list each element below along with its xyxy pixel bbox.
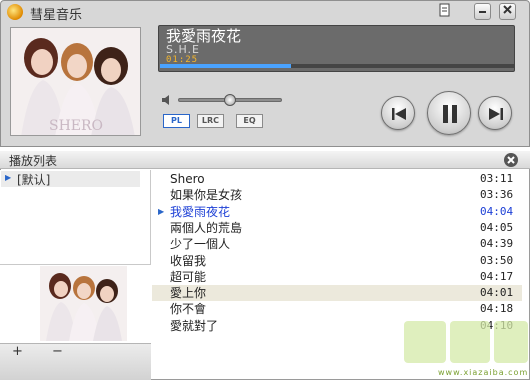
minimize-button[interactable] bbox=[474, 3, 491, 20]
playlist-toggle-button[interactable] bbox=[436, 3, 453, 20]
mode-button-lrc[interactable]: LRC bbox=[197, 114, 224, 128]
speaker-icon[interactable] bbox=[162, 95, 174, 105]
track-duration: 04:04 bbox=[480, 204, 514, 218]
track-title: 收留我 bbox=[170, 253, 207, 268]
track-duration: 03:36 bbox=[480, 188, 514, 202]
pause-icon bbox=[443, 105, 457, 123]
track-row[interactable]: Shero 03:11 bbox=[152, 171, 522, 187]
track-title: 如果你是女孩 bbox=[170, 188, 243, 203]
next-icon bbox=[489, 108, 503, 120]
track-title: Shero bbox=[170, 172, 205, 186]
track-duration: 04:01 bbox=[480, 286, 514, 300]
watermark-text: www.xiazaiba.com bbox=[438, 368, 529, 377]
track-title: 少了一個人 bbox=[170, 237, 231, 252]
close-icon bbox=[503, 5, 512, 14]
track-row[interactable]: 收留我 03:50 bbox=[152, 253, 522, 269]
seek-bar[interactable] bbox=[160, 64, 514, 68]
track-title: 你不會 bbox=[170, 302, 207, 317]
track-row[interactable]: ▶ 我愛雨夜花 04:04 bbox=[152, 204, 522, 220]
document-icon bbox=[439, 3, 450, 17]
close-icon bbox=[507, 156, 515, 164]
thumbnail-photo bbox=[40, 266, 127, 341]
expand-arrow-icon: ▶ bbox=[5, 173, 12, 182]
close-button[interactable] bbox=[499, 3, 516, 20]
playlist-close-button[interactable] bbox=[504, 153, 518, 167]
playlist-header[interactable] bbox=[0, 151, 530, 169]
track-duration: 04:17 bbox=[480, 269, 514, 283]
track-duration: 03:50 bbox=[480, 253, 514, 267]
svg-text:SHERO: SHERO bbox=[49, 118, 103, 134]
track-row[interactable]: 兩個人的荒島 04:05 bbox=[152, 220, 522, 236]
seek-bar-fill bbox=[160, 64, 291, 68]
comet-logo-icon bbox=[7, 4, 23, 20]
track-row[interactable]: 如果你是女孩 03:36 bbox=[152, 187, 522, 203]
track-row[interactable]: 愛上你 04:01 bbox=[152, 285, 522, 302]
now-playing-icon: ▶ bbox=[158, 206, 165, 216]
playlist-title: 播放列表 bbox=[9, 154, 58, 168]
track-title: 兩個人的荒島 bbox=[170, 220, 243, 235]
track-row[interactable]: 少了一個人 04:39 bbox=[152, 236, 522, 252]
next-button[interactable] bbox=[478, 96, 512, 130]
track-duration: 03:11 bbox=[480, 172, 514, 185]
track-title: 我愛雨夜花 bbox=[170, 204, 231, 219]
track-duration: 04:39 bbox=[480, 237, 514, 251]
remove-button[interactable]: − bbox=[52, 344, 63, 359]
album-art: SHERO bbox=[10, 27, 141, 136]
minimize-icon bbox=[479, 11, 486, 13]
pause-button[interactable] bbox=[427, 91, 471, 135]
track-duration: 04:05 bbox=[480, 220, 514, 234]
track-title: 愛就對了 bbox=[170, 318, 219, 333]
app-title: 彗星音乐 bbox=[30, 8, 83, 23]
track-title: 超可能 bbox=[170, 269, 207, 284]
previous-button[interactable] bbox=[381, 96, 415, 130]
add-button[interactable]: + bbox=[12, 344, 23, 359]
track-row[interactable]: 超可能 04:17 bbox=[152, 269, 522, 285]
volume-knob[interactable] bbox=[224, 94, 236, 106]
mode-button-eq[interactable]: EQ bbox=[236, 114, 263, 128]
album-photo: SHERO bbox=[11, 28, 140, 135]
mode-button-pl[interactable]: PL bbox=[163, 114, 190, 128]
track-title: 愛上你 bbox=[170, 286, 207, 301]
album-thumbnail bbox=[40, 266, 127, 341]
group-label: [默认] bbox=[17, 173, 51, 187]
previous-icon bbox=[392, 108, 406, 120]
